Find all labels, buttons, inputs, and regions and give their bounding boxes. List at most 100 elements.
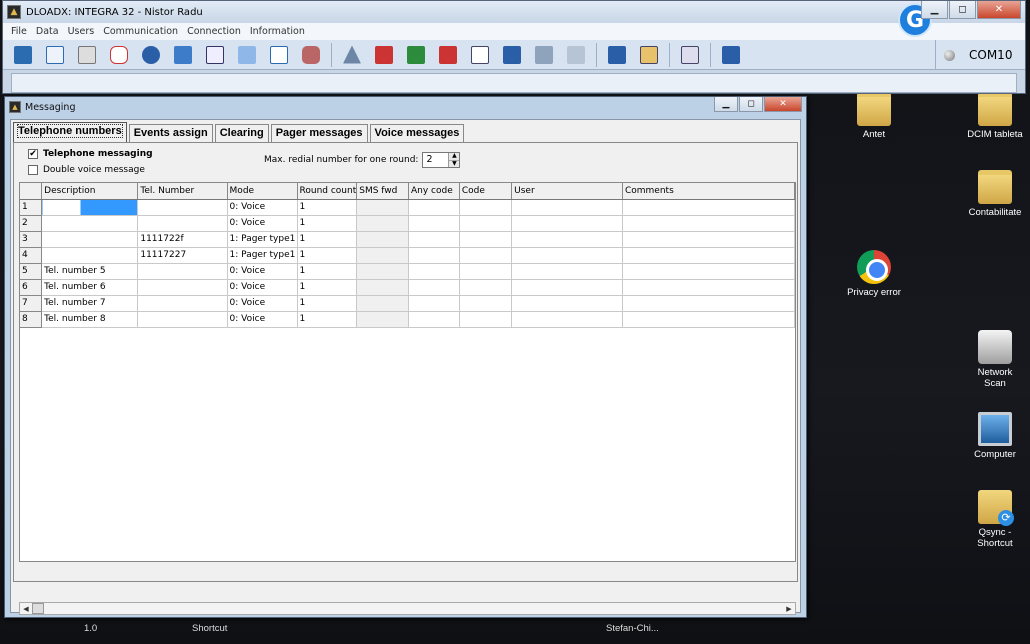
table-row[interactable]: 5 Tel. number 5 0: Voice 1 (20, 263, 795, 280)
cell-user[interactable] (511, 231, 623, 248)
cell-tel-number[interactable] (137, 279, 228, 296)
tab-voice-messages[interactable]: Voice messages (369, 124, 465, 142)
menu-file[interactable]: File (11, 26, 27, 37)
header-user[interactable]: User (511, 183, 623, 200)
cell-code[interactable] (459, 215, 513, 232)
disconnect-icon[interactable] (436, 43, 460, 67)
cell-tel-number[interactable]: 1111722f (137, 231, 228, 248)
scroll-left-icon[interactable]: ◀ (20, 605, 32, 613)
cell-round-count[interactable]: 1 (297, 263, 358, 280)
close-button[interactable]: ✕ (764, 97, 802, 112)
cell-code[interactable] (459, 295, 513, 312)
cell-round-count[interactable]: 1 (297, 295, 358, 312)
document-icon[interactable] (468, 43, 492, 67)
header-sms-fwd[interactable]: SMS fwd (356, 183, 409, 200)
cell-mode[interactable]: 0: Voice (227, 199, 298, 216)
cell-round-count[interactable]: 1 (297, 279, 358, 296)
cell-code[interactable] (459, 231, 513, 248)
cell-round-count[interactable]: 1 (297, 311, 358, 328)
cell-tel-number[interactable] (137, 215, 228, 232)
table-row[interactable]: 3 1111722f 1: Pager type1 1 (20, 231, 795, 248)
table-row[interactable]: 2 0: Voice 1 (20, 215, 795, 232)
cell-any-code[interactable] (408, 215, 460, 232)
read-icon[interactable] (500, 43, 524, 67)
header-description[interactable]: Description (41, 183, 139, 200)
keypad-icon[interactable] (235, 43, 259, 67)
cell-mode[interactable]: 0: Voice (227, 295, 298, 312)
help-icon[interactable] (372, 43, 396, 67)
tab-events-assign[interactable]: Events assign (128, 124, 213, 142)
cell-mode[interactable]: 0: Voice (227, 311, 298, 328)
cell-any-code[interactable] (408, 263, 460, 280)
table-row[interactable]: 8 Tel. number 8 0: Voice 1 (20, 311, 795, 328)
checklist-icon[interactable] (43, 43, 67, 67)
desktop-icon-network-scan[interactable]: Network Scan (955, 330, 1030, 389)
calculator-icon[interactable] (605, 43, 629, 67)
header-comments[interactable]: Comments (622, 183, 795, 200)
cell-round-count[interactable]: 1 (297, 247, 358, 264)
scroll-right-icon[interactable]: ▶ (783, 605, 795, 613)
cell-comments[interactable] (622, 295, 795, 312)
max-redial-stepper[interactable]: 2 ▲ ▼ (422, 152, 461, 168)
cell-mode[interactable]: 0: Voice (227, 263, 298, 280)
cell-user[interactable] (511, 295, 623, 312)
key-icon[interactable] (678, 43, 702, 67)
cell-any-code[interactable] (408, 231, 460, 248)
detector-icon[interactable] (107, 43, 131, 67)
clock-icon[interactable] (139, 43, 163, 67)
table-row[interactable]: 7 Tel. number 7 0: Voice 1 (20, 295, 795, 312)
minimize-button[interactable]: ▁ (921, 1, 948, 19)
minimize-button[interactable]: ▁ (714, 97, 738, 112)
desktop-icon-antet[interactable]: Antet (834, 92, 914, 140)
tab-pager-messages[interactable]: Pager messages (270, 124, 368, 142)
cell-tel-number[interactable] (137, 199, 228, 216)
maximize-button[interactable]: ◻ (739, 97, 763, 112)
menu-connection[interactable]: Connection (187, 26, 241, 37)
cell-user[interactable] (511, 199, 623, 216)
cell-description[interactable]: Tel. number 5 (41, 263, 139, 280)
stop-icon[interactable] (532, 43, 556, 67)
table-row[interactable]: 1 0: Voice 1 (20, 199, 795, 216)
maximize-button[interactable]: ◻ (949, 1, 976, 19)
double-voice-row[interactable]: Double voice message (28, 165, 145, 175)
screen-icon[interactable] (719, 43, 743, 67)
tab-clearing[interactable]: Clearing (214, 124, 269, 142)
cell-code[interactable] (459, 311, 513, 328)
cell-user[interactable] (511, 279, 623, 296)
cell-comments[interactable] (622, 215, 795, 232)
header-tel-number[interactable]: Tel. Number (137, 183, 228, 200)
desktop-icon-dcim-tableta[interactable]: DCIM tableta (955, 92, 1030, 140)
telephone-messaging-row[interactable]: ✔ Telephone messaging (28, 149, 153, 159)
cell-user[interactable] (511, 215, 623, 232)
cell-tel-number[interactable] (137, 311, 228, 328)
header-mode[interactable]: Mode (227, 183, 298, 200)
connect-icon[interactable] (404, 43, 428, 67)
monitor-eye-icon[interactable] (171, 43, 195, 67)
cell-any-code[interactable] (408, 247, 460, 264)
phone-icon[interactable] (203, 43, 227, 67)
desktop-icon-privacy-error[interactable]: Privacy error (834, 250, 914, 298)
cell-round-count[interactable]: 1 (297, 215, 358, 232)
cell-user[interactable] (511, 263, 623, 280)
spin-down-icon[interactable]: ▼ (449, 159, 460, 167)
users-icon[interactable] (299, 43, 323, 67)
desktop-icon-contabilitate[interactable]: Contabilitate (955, 170, 1030, 218)
scroll-thumb[interactable] (32, 603, 44, 614)
menu-data[interactable]: Data (36, 26, 59, 37)
cell-code[interactable] (459, 199, 513, 216)
cell-any-code[interactable] (408, 199, 460, 216)
cell-round-count[interactable]: 1 (297, 199, 358, 216)
menu-communication[interactable]: Communication (103, 26, 178, 37)
cell-user[interactable] (511, 247, 623, 264)
horizontal-scrollbar[interactable]: ◀ ▶ (19, 602, 796, 615)
cell-comments[interactable] (622, 247, 795, 264)
cell-code[interactable] (459, 279, 513, 296)
cell-tel-number[interactable]: 11117227 (137, 247, 228, 264)
cell-description[interactable] (41, 215, 139, 232)
cell-description[interactable]: Tel. number 8 (41, 311, 139, 328)
cell-comments[interactable] (622, 231, 795, 248)
cell-mode[interactable]: 1: Pager type1 (227, 231, 298, 248)
triangle-icon[interactable] (340, 43, 364, 67)
cell-comments[interactable] (622, 311, 795, 328)
header-any-code[interactable]: Any code (408, 183, 460, 200)
